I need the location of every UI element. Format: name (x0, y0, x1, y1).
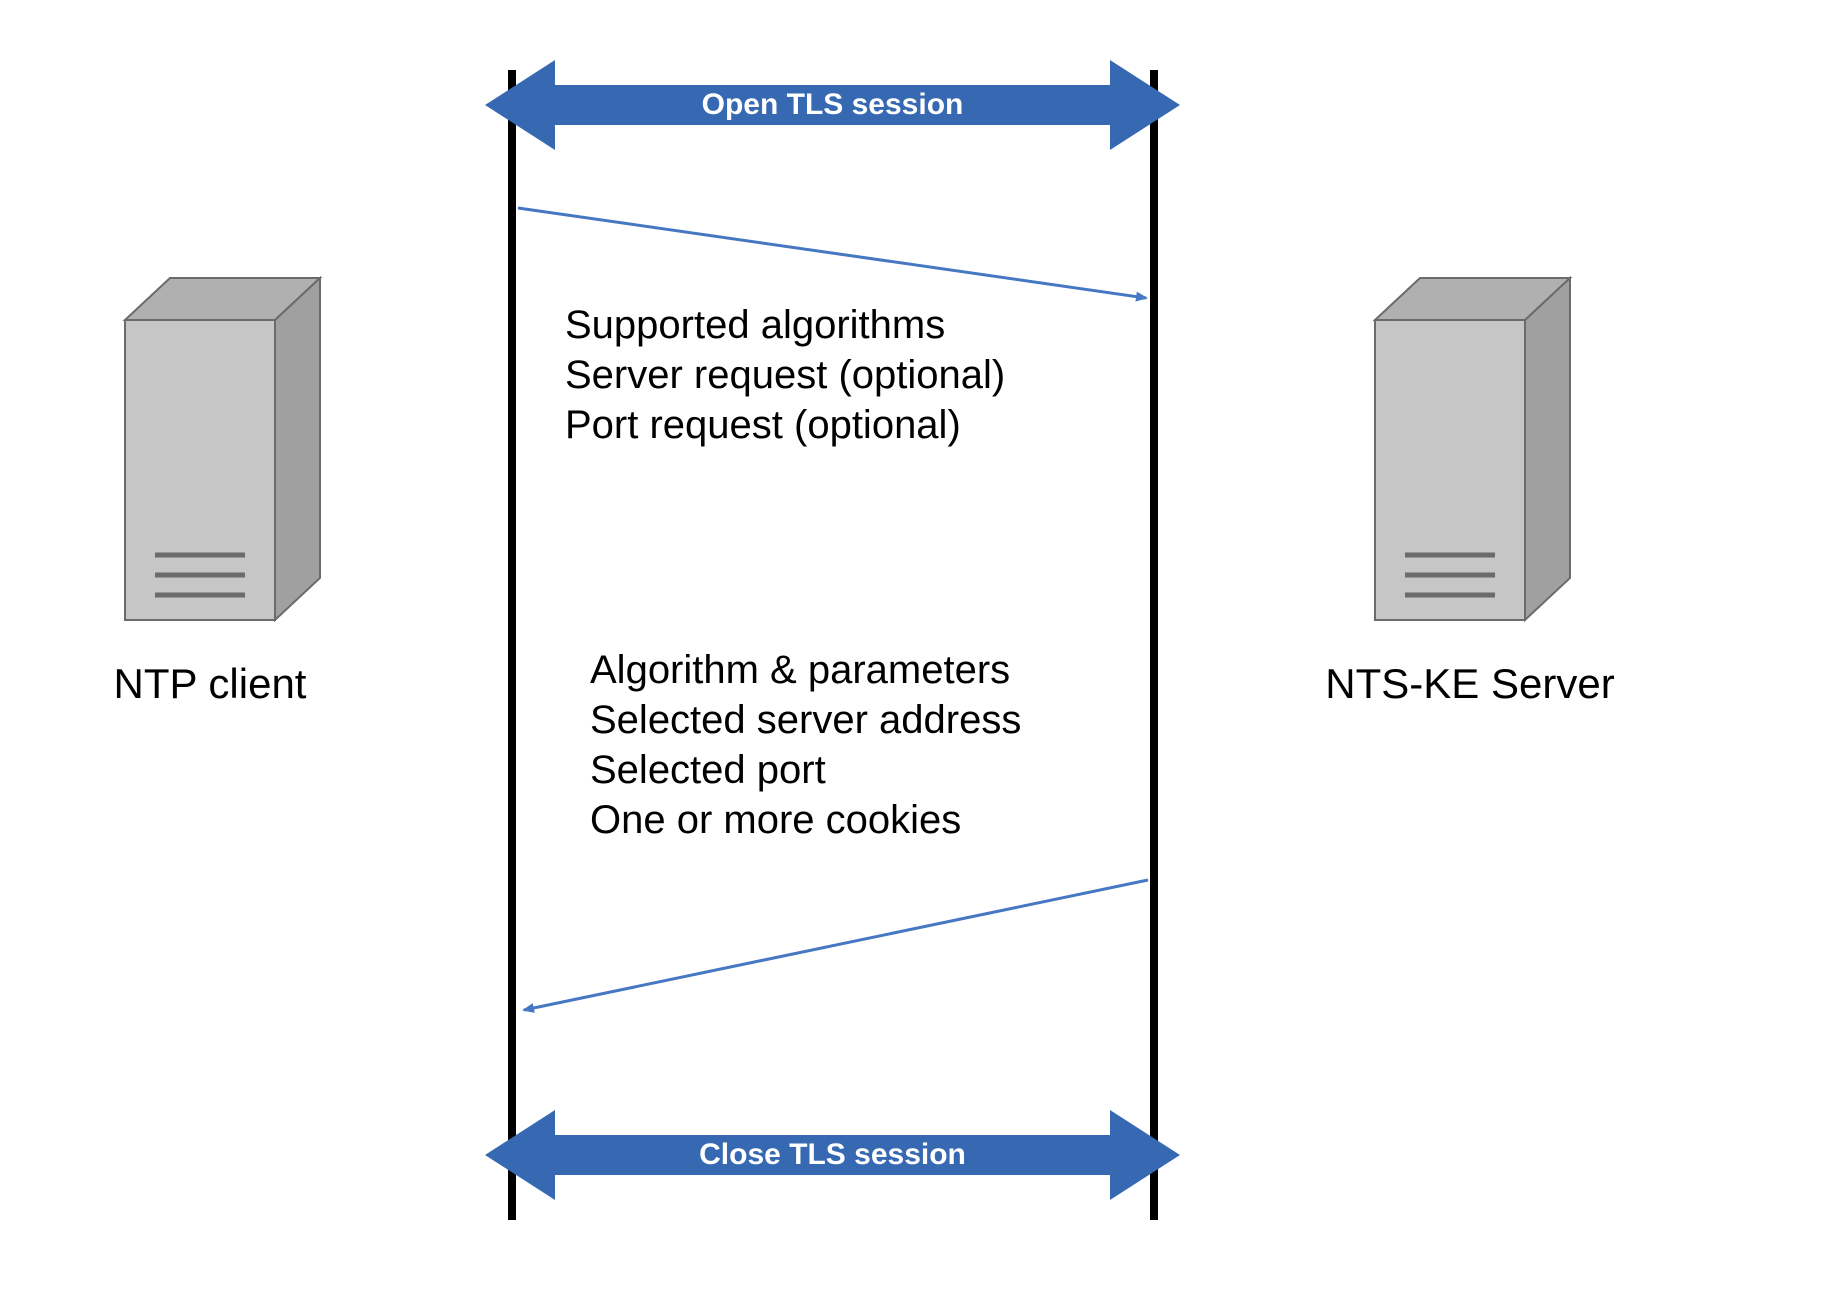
msg-line: Selected server address (590, 695, 1021, 745)
nts-ke-server-label: NTS-KE Server (1310, 660, 1630, 708)
nts-ke-server-icon (1375, 278, 1570, 620)
sequence-diagram: Open TLS session Close TLS session NTP c… (0, 0, 1828, 1290)
msg-client-to-server: Supported algorithms Server request (opt… (565, 300, 1005, 450)
arrow-server-to-client (524, 880, 1148, 1010)
msg-line: Server request (optional) (565, 350, 1005, 400)
msg-line: Algorithm & parameters (590, 645, 1021, 695)
banner-bottom-label: Close TLS session (560, 1138, 1105, 1172)
msg-line: One or more cookies (590, 795, 1021, 845)
msg-line: Selected port (590, 745, 1021, 795)
msg-line: Port request (optional) (565, 400, 1005, 450)
msg-server-to-client: Algorithm & parameters Selected server a… (590, 645, 1021, 845)
ntp-client-icon (125, 278, 320, 620)
ntp-client-label: NTP client (60, 660, 360, 708)
arrow-client-to-server (518, 208, 1146, 298)
msg-line: Supported algorithms (565, 300, 1005, 350)
banner-top-label: Open TLS session (560, 88, 1105, 122)
